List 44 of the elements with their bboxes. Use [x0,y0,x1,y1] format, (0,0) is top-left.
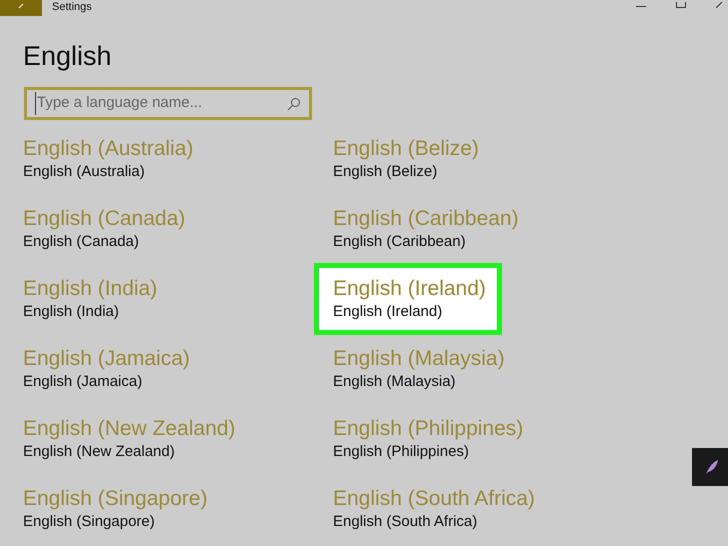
language-native-name: English (New Zealand) [23,442,176,462]
language-item[interactable]: English (Jamaica) English (Jamaica) [23,346,190,392]
language-native-name: English (Singapore) [23,512,156,532]
language-item[interactable]: English (Australia) English (Australia) [23,136,194,182]
language-name: English (India) [23,276,158,302]
language-item[interactable]: English (Malaysia) English (Malaysia) [333,346,505,392]
page-title: English [23,40,113,73]
language-item[interactable]: English (Canada) English (Canada) [23,206,186,252]
language-item[interactable]: English (Philippines) English (Philippines) [333,416,524,462]
language-native-name: English (India) [23,302,120,322]
language-native-name: English (Ireland) [333,302,444,322]
language-native-name: English (Jamaica) [23,372,144,392]
language-item[interactable]: English (Belize) English (Belize) [333,136,479,182]
pen-button[interactable] [692,448,728,486]
language-name: English (Caribbean) [333,206,519,232]
language-name: English (Philippines) [333,416,524,442]
feather-icon [705,459,719,475]
language-name: English (Malaysia) [333,346,505,372]
language-native-name: English (Philippines) [333,442,470,462]
language-item[interactable]: English (India) English (India) [23,276,158,322]
language-item[interactable]: English (New Zealand) English (New Zealand) [23,416,236,462]
language-name: English (Australia) [23,136,194,162]
language-name: English (Jamaica) [23,346,190,372]
search-icon [287,96,301,110]
language-item[interactable]: English (Ireland) English (Ireland) [314,263,502,335]
minimize-icon[interactable] [636,6,646,8]
language-native-name: English (Malaysia) [333,372,457,392]
search-field[interactable]: Type a language name... [24,87,312,120]
language-name: English (Ireland) [333,276,487,302]
language-native-name: English (South Africa) [333,512,478,532]
language-name: English (Belize) [333,136,479,162]
language-name: English (South Africa) [333,486,535,512]
language-native-name: English (Caribbean) [333,232,467,252]
language-native-name: English (Australia) [23,162,146,182]
language-item[interactable]: English (Caribbean) English (Caribbean) [333,206,519,252]
window-title: Settings [52,1,92,14]
language-name: English (Singapore) [23,486,208,512]
language-name: English (New Zealand) [23,416,236,442]
maximize-icon[interactable] [676,2,686,8]
language-native-name: English (Canada) [23,232,140,252]
language-item[interactable]: English (Singapore) English (Singapore) [23,486,208,532]
language-item[interactable]: English (South Africa) English (South Africa) [333,486,535,532]
language-name: English (Canada) [23,206,186,232]
language-native-name: English (Belize) [333,162,438,182]
